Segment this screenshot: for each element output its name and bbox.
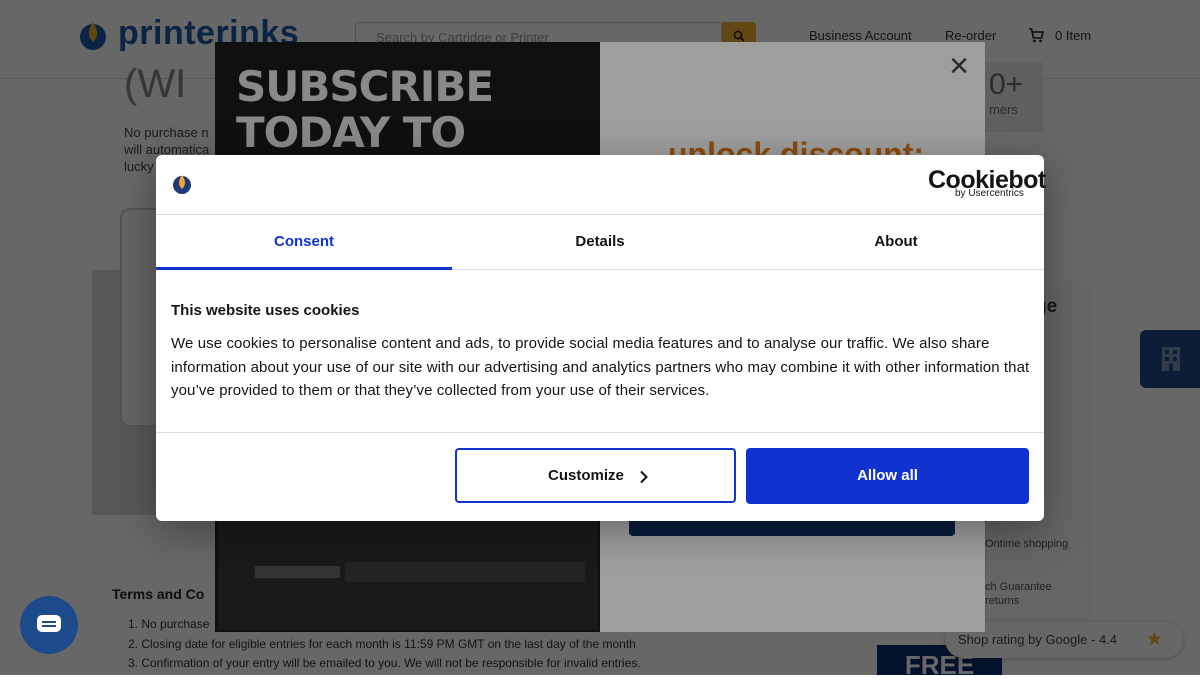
customize-button-label: Customize: [548, 467, 624, 484]
cookie-heading: This website uses cookies: [171, 302, 360, 319]
tab-about[interactable]: About: [748, 215, 1044, 269]
allow-all-button-label: Allow all: [857, 467, 918, 484]
active-tab-indicator: [156, 267, 452, 270]
tab-details[interactable]: Details: [452, 215, 748, 269]
chat-icon: [37, 615, 61, 632]
chevron-right-icon: [640, 470, 648, 484]
cookie-description: We use cookies to personalise content an…: [171, 335, 1030, 399]
cookiebot-logo-icon: [173, 175, 191, 194]
tab-consent[interactable]: Consent: [156, 215, 452, 269]
divider: [156, 432, 1044, 433]
cookiebot-brand-sub: by Usercentrics: [955, 188, 1024, 199]
